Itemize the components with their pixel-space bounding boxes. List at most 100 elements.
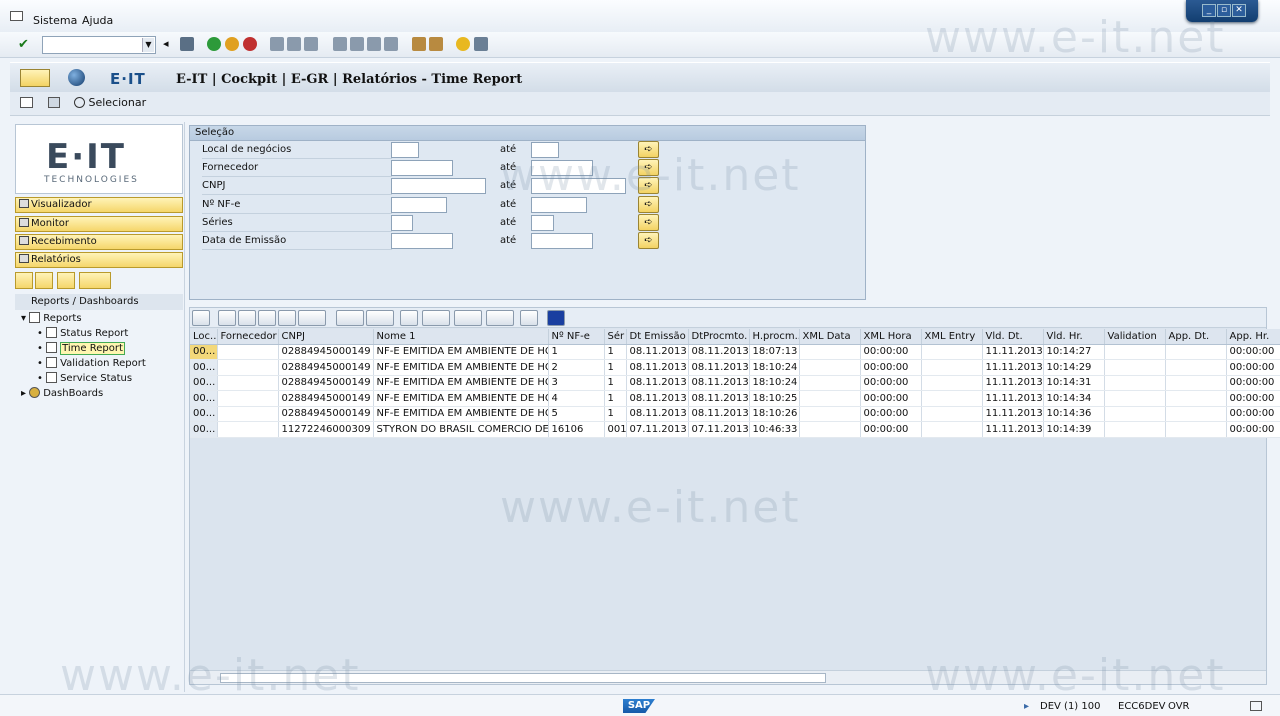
table-cell[interactable]: 10:14:31	[1043, 375, 1105, 391]
table-cell[interactable]	[217, 359, 279, 376]
table-row[interactable]: 00... 02884945000149 NF-E EMITIDA EM AMBIE…	[190, 390, 1280, 407]
table-cell[interactable]: NF-E EMITIDA EM AMBIENTE DE HO	[373, 375, 549, 391]
tree-item-validation-report[interactable]: • Validation Report	[37, 357, 146, 369]
table-cell[interactable]: STYRON DO BRASIL COMERCIO DE P	[373, 421, 549, 438]
table-cell[interactable]: 10:46:33	[749, 421, 800, 438]
table-cell[interactable]: 00:00:00	[860, 375, 922, 391]
table-cell[interactable]: 18:10:24	[749, 375, 800, 391]
column-header[interactable]: Vld. Hr.	[1043, 329, 1105, 345]
layout-grid-icon[interactable]	[486, 310, 514, 326]
system-info[interactable]: DEV (1) 100	[1040, 701, 1100, 712]
table-cell[interactable]: 10:14:36	[1043, 406, 1105, 422]
column-header[interactable]: Sér	[604, 329, 627, 345]
table-cell[interactable]: 00...	[190, 406, 218, 422]
table-cell[interactable]: 1	[604, 390, 627, 407]
export-icon[interactable]	[454, 310, 482, 326]
table-cell[interactable]	[921, 375, 983, 391]
table-cell[interactable]: 00:00:00	[860, 421, 922, 438]
table-cell[interactable]	[1165, 421, 1227, 438]
table-cell[interactable]: 00:00:00	[860, 344, 922, 360]
table-row[interactable]: 00... 02884945000149 NF-E EMITIDA EM AMBIE…	[190, 406, 1280, 422]
table-cell[interactable]: 08.11.2013	[688, 344, 750, 360]
table-cell[interactable]: 08.11.2013	[688, 375, 750, 391]
table-cell[interactable]: 00...	[190, 390, 218, 407]
table-row[interactable]: 00... 02884945000149 NF-E EMITIDA EM AMBIE…	[190, 344, 1280, 360]
table-cell[interactable]: NF-E EMITIDA EM AMBIENTE DE HO	[373, 344, 549, 360]
table-cell[interactable]: 16106	[548, 421, 605, 438]
table-cell[interactable]	[799, 421, 861, 438]
column-header[interactable]: CNPJ	[278, 329, 374, 345]
table-cell[interactable]: 08.11.2013	[626, 359, 689, 376]
horizontal-scrollbar[interactable]	[190, 670, 1266, 684]
close-icon[interactable]: ✕	[1232, 4, 1246, 17]
nav-visualizador-button[interactable]: Visualizador	[15, 197, 183, 213]
previous-page-icon[interactable]	[350, 37, 364, 51]
system-menu-icon[interactable]	[10, 11, 23, 21]
cancel-icon[interactable]	[243, 37, 257, 51]
table-cell[interactable]: 1	[604, 375, 627, 391]
table-cell[interactable]: 11272246000309	[278, 421, 374, 438]
table-cell[interactable]	[799, 359, 861, 376]
find-icon[interactable]	[287, 37, 301, 51]
table-cell[interactable]: NF-E EMITIDA EM AMBIENTE DE HO	[373, 359, 549, 376]
table-cell[interactable]: 00:00:00	[860, 359, 922, 376]
table-cell[interactable]	[1104, 421, 1166, 438]
table-cell[interactable]	[1104, 359, 1166, 376]
table-cell[interactable]: 08.11.2013	[688, 359, 750, 376]
table-cell[interactable]: 11.11.2013	[982, 344, 1044, 360]
table-cell[interactable]: 10:14:27	[1043, 344, 1105, 360]
subtotal-icon[interactable]	[366, 310, 394, 326]
table-cell[interactable]	[1165, 390, 1227, 407]
table-cell[interactable]: 08.11.2013	[626, 375, 689, 391]
input-mode[interactable]: OVR	[1168, 701, 1189, 712]
menu-sistema[interactable]: Sistema	[33, 14, 77, 27]
column-header[interactable]: Dt Emissão	[626, 329, 689, 345]
multiple-selection-arrow-icon[interactable]: ➪	[638, 177, 659, 195]
filter-icon[interactable]	[298, 310, 326, 326]
tree-item-status-report[interactable]: • Status Report	[37, 327, 128, 339]
table-cell[interactable]: 00:00:00	[1226, 359, 1280, 376]
table-cell[interactable]: 08.11.2013	[626, 344, 689, 360]
scrollbar-thumb[interactable]	[220, 673, 826, 683]
tree-item-time-report[interactable]: • Time Report	[37, 342, 125, 355]
column-header[interactable]: Vld. Dt.	[982, 329, 1044, 345]
table-cell[interactable]: NF-E EMITIDA EM AMBIENTE DE HO	[373, 390, 549, 407]
table-row[interactable]: 00... 02884945000149 NF-E EMITIDA EM AMBIE…	[190, 359, 1280, 376]
table-cell[interactable]: 00:00:00	[1226, 406, 1280, 422]
find-grid-icon[interactable]	[258, 310, 276, 326]
table-cell[interactable]	[1165, 344, 1227, 360]
selection-to-field[interactable]	[531, 160, 593, 177]
multiple-selection-arrow-icon[interactable]: ➪	[638, 195, 659, 213]
last-page-icon[interactable]	[384, 37, 398, 51]
table-cell[interactable]: 18:10:26	[749, 406, 800, 422]
sort-ascending-icon[interactable]	[218, 310, 236, 326]
command-field[interactable]: ▼	[42, 36, 156, 54]
table-cell[interactable]: 10:14:39	[1043, 421, 1105, 438]
table-cell[interactable]: 00...	[190, 359, 218, 376]
table-cell[interactable]: 07.11.2013	[626, 421, 689, 438]
exit-icon[interactable]	[225, 37, 239, 51]
table-cell[interactable]: 4	[548, 390, 605, 407]
table-cell[interactable]: 02884945000149	[278, 344, 374, 360]
multiple-selection-arrow-icon[interactable]: ➪	[638, 232, 659, 249]
column-header[interactable]: Loc...	[190, 329, 218, 345]
table-cell[interactable]	[1104, 406, 1166, 422]
selection-to-field[interactable]	[531, 142, 559, 158]
tree-node-dashboards[interactable]: ▸ DashBoards	[21, 387, 103, 399]
nav-relatorios-button[interactable]: Relatórios	[15, 252, 183, 268]
table-cell[interactable]: 2	[548, 359, 605, 376]
table-cell[interactable]	[217, 390, 279, 407]
layout-icon[interactable]	[474, 37, 488, 51]
column-header[interactable]: Nº NF-e	[548, 329, 605, 345]
table-cell[interactable]: 18:10:24	[749, 359, 800, 376]
table-cell[interactable]: 02884945000149	[278, 406, 374, 422]
chevron-down-icon[interactable]: ▼	[142, 38, 154, 52]
table-cell[interactable]: 00:00:00	[1226, 390, 1280, 407]
views-icon[interactable]	[422, 310, 450, 326]
column-header[interactable]: Fornecedor	[217, 329, 279, 345]
table-cell[interactable]	[799, 406, 861, 422]
sum-icon[interactable]	[336, 310, 364, 326]
tree-item-service-status[interactable]: • Service Status	[37, 372, 132, 384]
table-cell[interactable]	[921, 390, 983, 407]
selection-from-field[interactable]	[391, 214, 413, 231]
